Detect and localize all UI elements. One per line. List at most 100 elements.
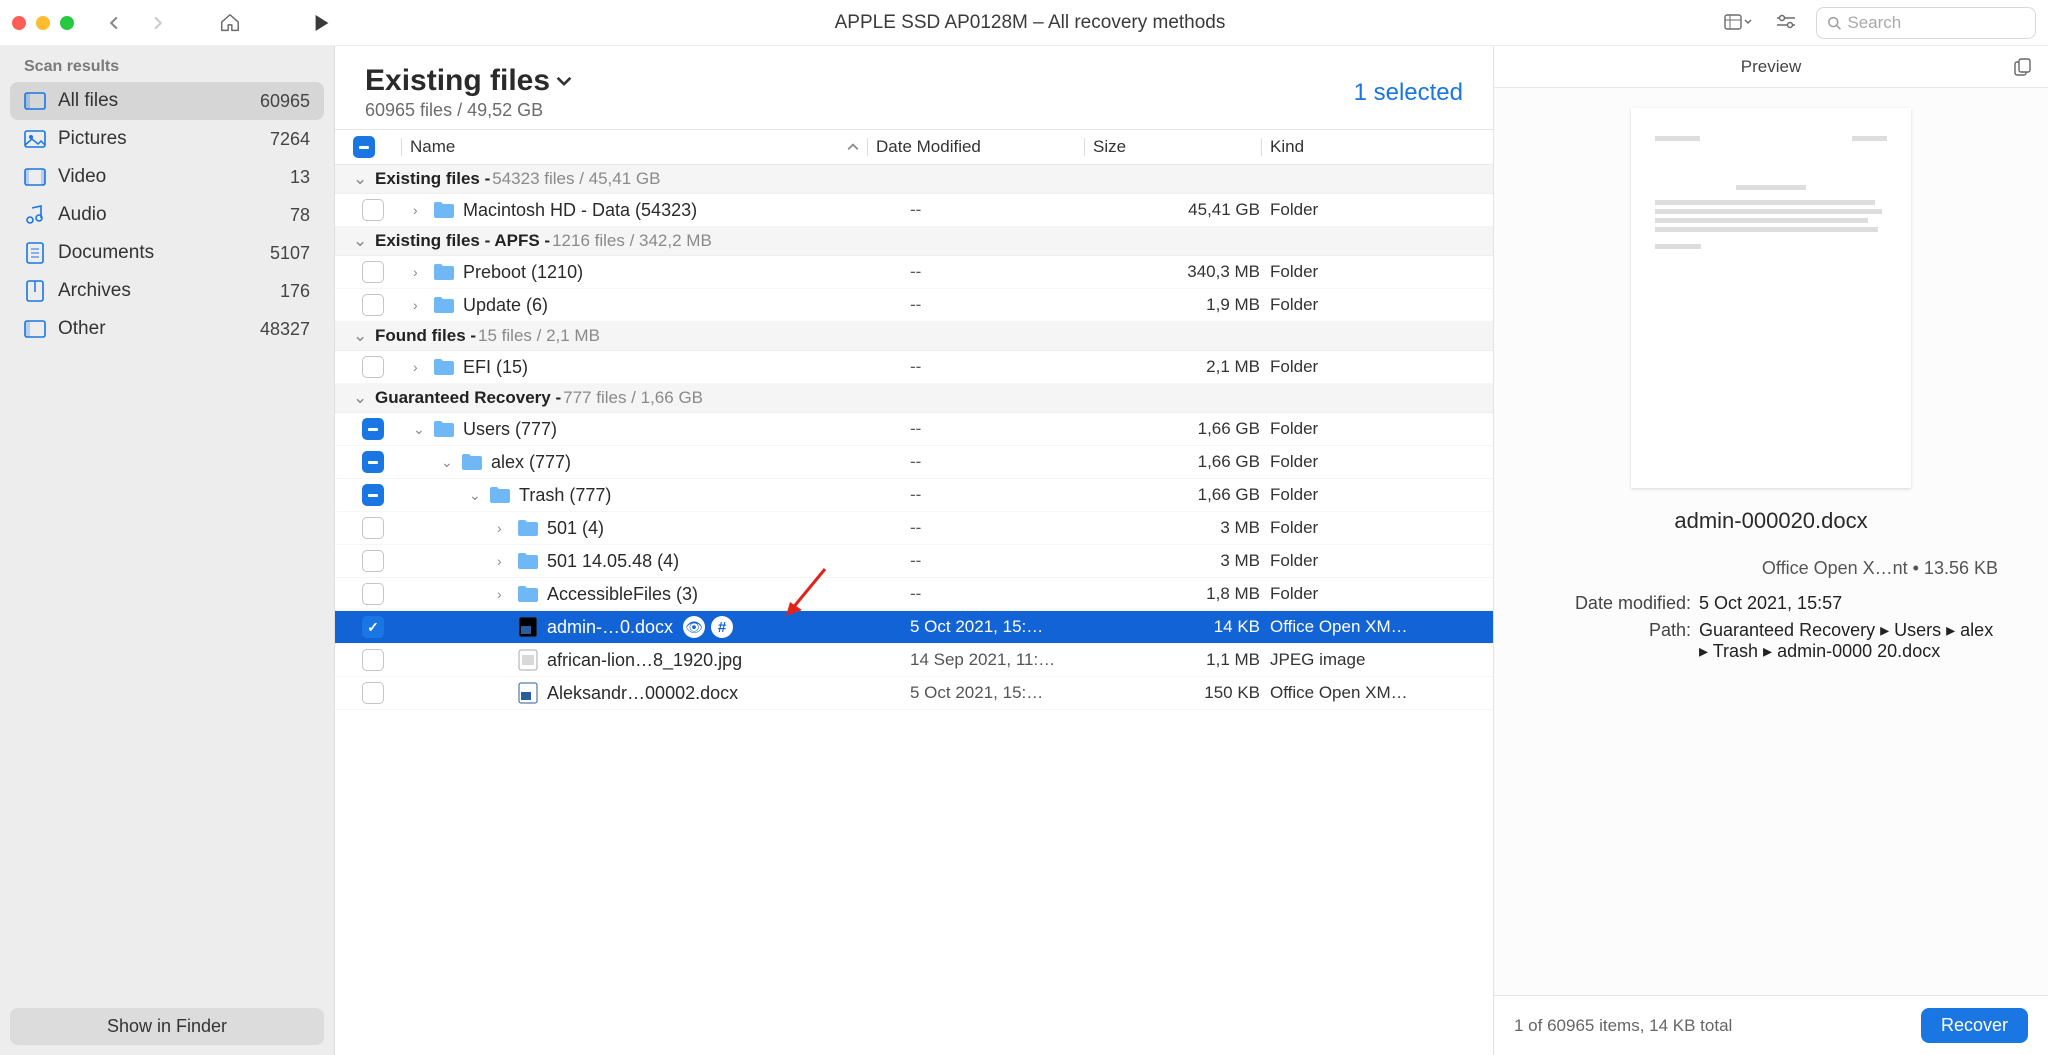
folder-icon bbox=[461, 451, 483, 473]
maximize-window[interactable] bbox=[60, 16, 74, 30]
row-checkbox[interactable] bbox=[362, 451, 384, 473]
preview-thumbnail bbox=[1631, 108, 1911, 488]
hex-icon[interactable]: # bbox=[711, 616, 733, 638]
table-row[interactable]: ⌄ Trash (777)--1,66 GBFolder bbox=[335, 479, 1493, 512]
sidebar-item-other[interactable]: Other 48327 bbox=[0, 310, 334, 348]
forward-button[interactable] bbox=[140, 8, 176, 38]
archives-icon bbox=[24, 280, 46, 302]
sidebar-item-audio[interactable]: Audio 78 bbox=[0, 196, 334, 234]
window-title: APPLE SSD AP0128M – All recovery methods bbox=[348, 12, 1712, 34]
toolbar: APPLE SSD AP0128M – All recovery methods bbox=[0, 0, 2048, 46]
filter-button[interactable] bbox=[1768, 8, 1804, 38]
main-heading[interactable]: Existing files bbox=[365, 64, 572, 98]
preview-filename: admin-000020.docx bbox=[1524, 508, 2018, 534]
show-in-finder-button[interactable]: Show in Finder bbox=[10, 1008, 324, 1045]
row-checkbox[interactable] bbox=[362, 583, 384, 605]
folder-icon bbox=[489, 484, 511, 506]
documents-icon bbox=[24, 242, 46, 264]
status-text: 1 of 60965 items, 14 KB total bbox=[1514, 1016, 1921, 1036]
row-checkbox[interactable] bbox=[362, 517, 384, 539]
table-row[interactable]: Aleksandr…00002.docx5 Oct 2021, 15:…150 … bbox=[335, 677, 1493, 710]
audio-icon bbox=[24, 204, 46, 226]
expand-icon[interactable]: › bbox=[413, 359, 433, 375]
row-checkbox[interactable] bbox=[362, 418, 384, 440]
home-button[interactable] bbox=[212, 8, 248, 38]
pictures-icon bbox=[24, 128, 46, 150]
other-icon bbox=[24, 318, 46, 340]
row-checkbox[interactable] bbox=[362, 294, 384, 316]
date-modified-label: Date modified: bbox=[1544, 593, 1699, 614]
group-header[interactable]: ⌄Guaranteed Recovery - 777 files / 1,66 … bbox=[335, 384, 1493, 413]
main-panel: Existing files 60965 files / 49,52 GB 1 … bbox=[335, 46, 1493, 1055]
table-row[interactable]: › AccessibleFiles (3)--1,8 MBFolder bbox=[335, 578, 1493, 611]
duplicate-icon[interactable] bbox=[2014, 58, 2032, 76]
expand-icon[interactable]: › bbox=[413, 202, 433, 218]
expand-icon[interactable]: › bbox=[497, 520, 517, 536]
docx-icon bbox=[517, 682, 539, 704]
table-row[interactable]: › 501 (4)--3 MBFolder bbox=[335, 512, 1493, 545]
select-all-checkbox[interactable] bbox=[353, 136, 375, 158]
table-row[interactable]: ⌄ alex (777)--1,66 GBFolder bbox=[335, 446, 1493, 479]
column-date[interactable]: Date Modified bbox=[876, 137, 1076, 157]
preview-header: Preview bbox=[1494, 46, 2048, 88]
search-box[interactable] bbox=[1816, 7, 2036, 39]
row-checkbox[interactable] bbox=[362, 616, 384, 638]
table-row[interactable]: african-lion…8_1920.jpg14 Sep 2021, 11:…… bbox=[335, 644, 1493, 677]
sidebar-item-pictures[interactable]: Pictures 7264 bbox=[0, 120, 334, 158]
row-checkbox[interactable] bbox=[362, 550, 384, 572]
column-name[interactable]: Name bbox=[410, 137, 859, 157]
group-header[interactable]: ⌄Found files - 15 files / 2,1 MB bbox=[335, 322, 1493, 351]
folder-icon bbox=[433, 356, 455, 378]
folder-icon bbox=[433, 261, 455, 283]
expand-icon[interactable]: › bbox=[497, 586, 517, 602]
column-kind[interactable]: Kind bbox=[1270, 137, 1475, 157]
column-headers: Name Date Modified Size Kind bbox=[335, 129, 1493, 165]
search-input[interactable] bbox=[1847, 13, 2025, 33]
collapse-icon[interactable]: ⌄ bbox=[413, 421, 433, 438]
table-row[interactable]: › Update (6)--1,9 MBFolder bbox=[335, 289, 1493, 322]
collapse-icon[interactable]: ⌄ bbox=[441, 454, 461, 471]
expand-icon[interactable]: › bbox=[413, 297, 433, 313]
table-row[interactable]: › Preboot (1210)--340,3 MBFolder bbox=[335, 256, 1493, 289]
sidebar-item-video[interactable]: Video 13 bbox=[0, 158, 334, 196]
all-files-icon bbox=[24, 90, 46, 112]
sidebar-header: Scan results bbox=[0, 58, 334, 82]
close-window[interactable] bbox=[12, 16, 26, 30]
group-header[interactable]: ⌄Existing files - 54323 files / 45,41 GB bbox=[335, 165, 1493, 194]
sidebar-item-documents[interactable]: Documents 5107 bbox=[0, 234, 334, 272]
table-row[interactable]: › EFI (15)--2,1 MBFolder bbox=[335, 351, 1493, 384]
table-row[interactable]: › 501 14.05.48 (4)--3 MBFolder bbox=[335, 545, 1493, 578]
minimize-window[interactable] bbox=[36, 16, 50, 30]
table-row-selected[interactable]: admin-…0.docx 👁 # 5 Oct 2021, 15:…14 KBO… bbox=[335, 611, 1493, 644]
run-button[interactable] bbox=[304, 8, 340, 38]
folder-icon bbox=[517, 517, 539, 539]
folder-icon bbox=[433, 199, 455, 221]
back-button[interactable] bbox=[96, 8, 132, 38]
docx-icon bbox=[517, 616, 539, 638]
expand-icon[interactable]: › bbox=[413, 264, 433, 280]
group-header[interactable]: ⌄Existing files - APFS - 1216 files / 34… bbox=[335, 227, 1493, 256]
selection-count[interactable]: 1 selected bbox=[1354, 79, 1463, 107]
table-row[interactable]: › Macintosh HD - Data (54323)--45,41 GBF… bbox=[335, 194, 1493, 227]
row-checkbox[interactable] bbox=[362, 649, 384, 671]
traffic-lights bbox=[12, 16, 74, 30]
sidebar-item-all-files[interactable]: All files 60965 bbox=[10, 82, 324, 120]
collapse-icon[interactable]: ⌄ bbox=[469, 487, 489, 504]
main-subheading: 60965 files / 49,52 GB bbox=[365, 100, 572, 121]
row-checkbox[interactable] bbox=[362, 356, 384, 378]
preview-icon[interactable]: 👁 bbox=[683, 616, 705, 638]
sidebar-item-archives[interactable]: Archives 176 bbox=[0, 272, 334, 310]
file-list[interactable]: ⌄Existing files - 54323 files / 45,41 GB… bbox=[335, 165, 1493, 1055]
row-checkbox[interactable] bbox=[362, 682, 384, 704]
row-checkbox[interactable] bbox=[362, 484, 384, 506]
row-checkbox[interactable] bbox=[362, 261, 384, 283]
expand-icon[interactable]: › bbox=[497, 553, 517, 569]
folder-icon bbox=[433, 418, 455, 440]
view-mode-button[interactable] bbox=[1720, 8, 1756, 38]
preview-info: Office Open X…nt • 13.56 KB bbox=[1544, 558, 1998, 579]
recover-button[interactable]: Recover bbox=[1921, 1008, 2028, 1043]
path-value: Guaranteed Recovery ▸ Users ▸ alex ▸ Tra… bbox=[1699, 620, 1998, 662]
table-row[interactable]: ⌄ Users (777)--1,66 GBFolder bbox=[335, 413, 1493, 446]
column-size[interactable]: Size bbox=[1093, 137, 1253, 157]
row-checkbox[interactable] bbox=[362, 199, 384, 221]
